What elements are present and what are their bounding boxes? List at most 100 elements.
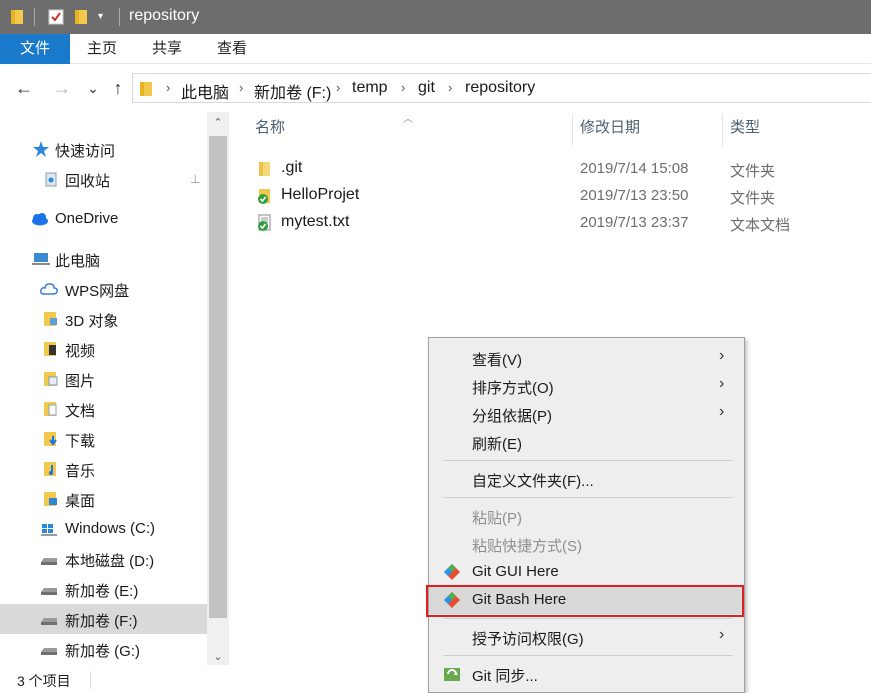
- scroll-up-icon[interactable]: ⌃: [207, 116, 229, 129]
- address-bar[interactable]: › 此电脑 › 新加卷 (F:) › temp › git › reposito…: [132, 73, 871, 103]
- menu-item-paste-shortcut[interactable]: 粘贴快捷方式(S): [429, 530, 744, 558]
- breadcrumb-git[interactable]: git: [418, 79, 435, 97]
- file-row[interactable]: .git 2019/7/14 15:08 文件夹: [250, 155, 871, 182]
- pin-icon: ⊥: [190, 172, 201, 186]
- column-header-date[interactable]: 修改日期: [580, 116, 640, 146]
- sidebar-item-downloads[interactable]: 下载: [0, 424, 207, 454]
- back-button[interactable]: ←: [13, 76, 35, 100]
- windows-drive-icon: [41, 524, 57, 536]
- menu-item-group-by[interactable]: 分组依据(P) ›: [429, 400, 744, 428]
- menu-item-git-sync[interactable]: Git 同步...: [429, 660, 744, 688]
- toolbar-separator: [119, 8, 120, 26]
- drive-icon: [41, 588, 57, 595]
- tab-home[interactable]: 主页: [70, 34, 134, 64]
- folder-icon[interactable]: [10, 8, 24, 26]
- desktop-icon: [44, 492, 57, 506]
- git-sync-icon: [444, 668, 460, 681]
- sidebar-item-music[interactable]: 音乐: [0, 454, 207, 484]
- drive-icon: [41, 618, 57, 625]
- sidebar-item-label: 新加卷 (G:): [65, 643, 140, 660]
- tab-share[interactable]: 共享: [134, 34, 200, 64]
- sidebar-item-drive-e[interactable]: 新加卷 (E:): [0, 574, 207, 604]
- sidebar-item-drive-f[interactable]: 新加卷 (F:): [0, 604, 207, 634]
- submenu-arrow-icon: ›: [719, 347, 725, 364]
- file-type: 文本文档: [730, 217, 791, 234]
- sidebar-item-drive-d[interactable]: 本地磁盘 (D:): [0, 544, 207, 574]
- breadcrumb-drive-f[interactable]: 新加卷 (F:): [254, 79, 331, 103]
- wps-cloud-icon: [40, 283, 58, 295]
- customize-quick-access-icon[interactable]: ▾: [98, 8, 110, 26]
- sidebar-scrollbar[interactable]: ⌃ ⌄: [207, 112, 229, 665]
- file-date: 2019/7/14 15:08: [580, 160, 689, 177]
- menu-item-customize-folder[interactable]: 自定义文件夹(F)...: [429, 465, 744, 493]
- menu-separator: [443, 460, 733, 461]
- sidebar-item-3d-objects[interactable]: 3D 对象: [0, 304, 207, 334]
- column-header-name[interactable]: 名称: [255, 116, 285, 146]
- item-count: 3 个项目: [17, 673, 71, 689]
- drive-icon: [41, 648, 57, 655]
- highlight-box: [426, 585, 744, 617]
- forward-button[interactable]: →: [51, 76, 73, 100]
- tab-file[interactable]: 文件: [0, 34, 70, 64]
- sidebar-item-pictures[interactable]: 图片: [0, 364, 207, 394]
- file-row[interactable]: HelloProjet 2019/7/13 23:50 文件夹: [250, 182, 871, 209]
- properties-icon[interactable]: [48, 8, 64, 26]
- column-divider[interactable]: [722, 114, 723, 146]
- sidebar-item-onedrive[interactable]: OneDrive: [0, 204, 207, 234]
- scrollbar-thumb[interactable]: [209, 136, 227, 618]
- sidebar-item-label: 文档: [65, 403, 96, 420]
- menu-item-label: 刷新(E): [472, 436, 522, 453]
- menu-item-sort-by[interactable]: 排序方式(O) ›: [429, 372, 744, 400]
- sidebar-item-video[interactable]: 视频: [0, 334, 207, 364]
- column-header-type[interactable]: 类型: [730, 116, 760, 146]
- sidebar-item-documents[interactable]: 文档: [0, 394, 207, 424]
- new-folder-icon[interactable]: [74, 8, 88, 26]
- breadcrumb-repository[interactable]: repository: [465, 79, 535, 97]
- sidebar-item-label: 视频: [65, 343, 96, 360]
- submenu-arrow-icon: ›: [719, 375, 725, 392]
- sidebar-item-label: 3D 对象: [65, 313, 119, 330]
- video-icon: [44, 342, 56, 356]
- recycle-bin-icon: [45, 172, 57, 187]
- sidebar-item-drive-g[interactable]: 新加卷 (G:): [0, 634, 207, 664]
- sidebar-item-wps-cloud[interactable]: WPS网盘: [0, 274, 207, 304]
- menu-item-label: 粘贴快捷方式(S): [472, 538, 582, 555]
- sidebar-item-desktop[interactable]: 桌面: [0, 484, 207, 514]
- menu-item-git-gui-here[interactable]: Git GUI Here: [429, 558, 744, 586]
- sidebar-item-label: 图片: [65, 373, 96, 390]
- drive-icon: [41, 558, 57, 565]
- menu-item-view[interactable]: 查看(V) ›: [429, 344, 744, 372]
- menu-item-paste[interactable]: 粘贴(P): [429, 502, 744, 530]
- music-icon: [44, 462, 56, 476]
- breadcrumb-this-pc[interactable]: 此电脑: [181, 79, 229, 103]
- sidebar-item-label: 音乐: [65, 463, 96, 480]
- navigation-bar: ← → ⌄ ↑ › 此电脑 › 新加卷 (F:) › temp › git › …: [0, 64, 871, 112]
- menu-item-grant-access[interactable]: 授予访问权限(G) ›: [429, 623, 744, 651]
- column-divider[interactable]: [572, 114, 573, 146]
- documents-icon: [44, 402, 57, 416]
- cloud-icon: [32, 213, 48, 226]
- recent-locations-button[interactable]: ⌄: [82, 76, 104, 100]
- folder-icon: [259, 162, 270, 176]
- menu-item-refresh[interactable]: 刷新(E): [429, 428, 744, 456]
- sidebar-item-label: WPS网盘: [65, 283, 130, 300]
- file-name: HelloProjet: [281, 186, 360, 203]
- breadcrumb-separator: ›: [166, 80, 171, 95]
- sidebar-item-drive-c[interactable]: Windows (C:): [0, 514, 207, 544]
- file-date: 2019/7/13 23:37: [580, 214, 689, 231]
- menu-item-label: Git GUI Here: [472, 563, 559, 580]
- star-icon: [33, 141, 49, 157]
- sort-ascending-icon: ︿: [403, 114, 413, 125]
- submenu-arrow-icon: ›: [719, 626, 725, 643]
- sidebar-item-this-pc[interactable]: 此电脑: [0, 244, 207, 274]
- file-row[interactable]: mytest.txt 2019/7/13 23:37 文本文档: [250, 209, 871, 236]
- sidebar-item-label: 此电脑: [55, 253, 101, 270]
- scroll-down-icon[interactable]: ⌄: [207, 650, 229, 663]
- sidebar-item-recycle-bin[interactable]: 回收站: [0, 164, 207, 194]
- sidebar-item-quick-access[interactable]: 快速访问: [0, 134, 207, 164]
- tab-view[interactable]: 查看: [200, 34, 264, 64]
- menu-item-label: 查看(V): [472, 352, 522, 369]
- file-type: 文件夹: [730, 163, 776, 180]
- up-button[interactable]: ↑: [107, 76, 129, 100]
- breadcrumb-temp[interactable]: temp: [352, 79, 388, 97]
